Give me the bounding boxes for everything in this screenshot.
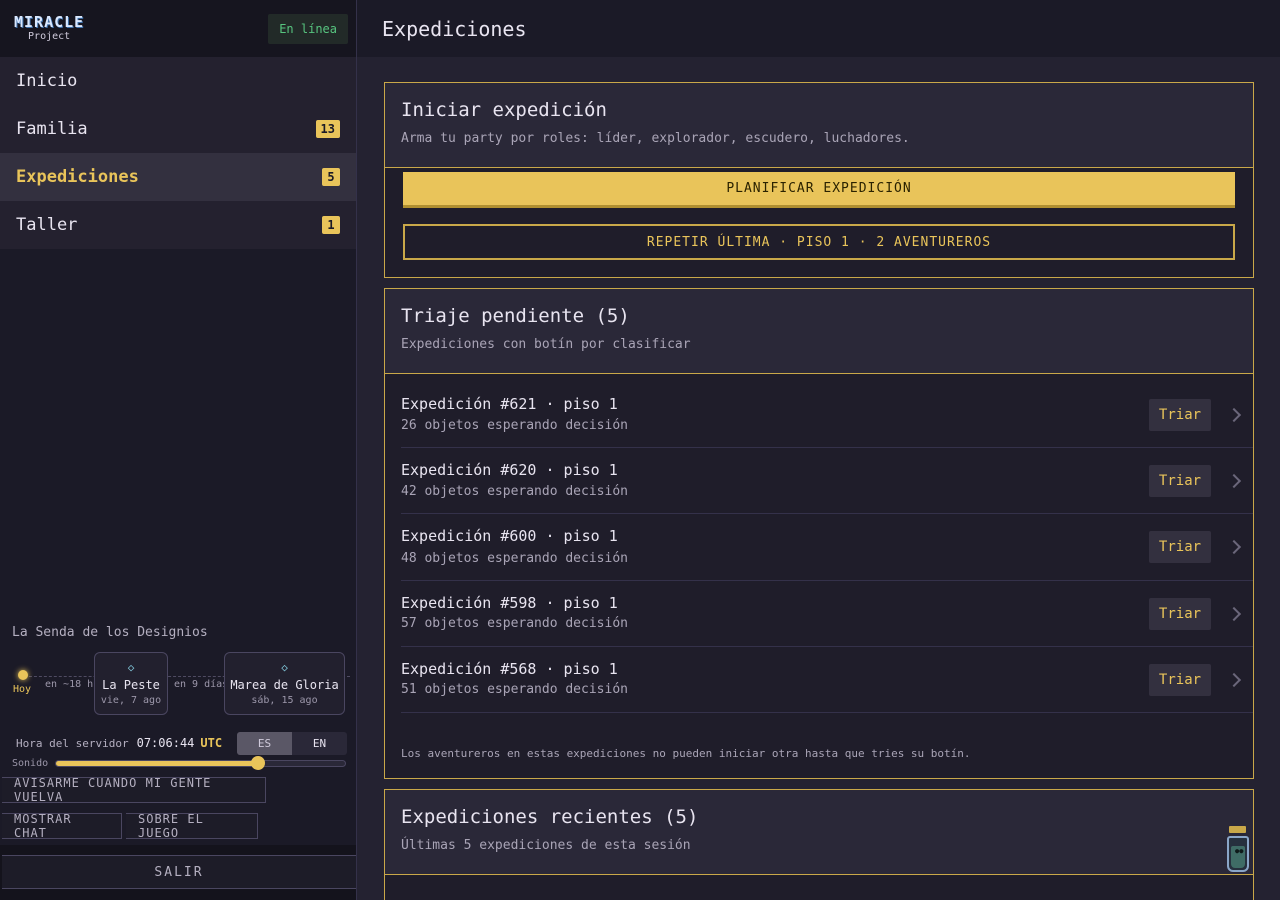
chevron-right-icon bbox=[1226, 473, 1242, 489]
sidebar-item-label: Taller bbox=[16, 215, 78, 235]
page-title: Expediciones bbox=[357, 0, 1280, 57]
today-label: Hoy bbox=[13, 684, 32, 695]
sound-slider[interactable] bbox=[55, 755, 346, 770]
event-name: La Peste bbox=[102, 677, 160, 692]
timeline-event-marea-de-gloria[interactable]: ◇ Marea de Gloria sáb, 15 ago bbox=[224, 652, 345, 715]
online-status-badge: En línea bbox=[268, 13, 348, 44]
expedition-title: Expedición #568 · piso 1 bbox=[401, 660, 618, 678]
diamond-icon: ◇ bbox=[127, 660, 135, 674]
triage-button[interactable]: Triar bbox=[1149, 399, 1211, 431]
expedition-items-count: 51 objetos esperando decisión bbox=[401, 682, 628, 697]
panel-subtitle: Arma tu party por roles: líder, explorad… bbox=[401, 131, 910, 146]
server-time-zone: UTC bbox=[200, 736, 223, 750]
sidebar-item-taller[interactable]: Taller 1 bbox=[0, 201, 356, 249]
expedition-items-count: 42 objetos esperando decisión bbox=[401, 484, 628, 499]
table-row[interactable]: Expedición #600 · piso 1 48 objetos espe… bbox=[401, 514, 1253, 581]
table-row[interactable]: Expedición #568 · piso 1 51 objetos espe… bbox=[401, 647, 1253, 713]
expedition-items-count: 26 objetos esperando decisión bbox=[401, 418, 628, 433]
count-badge: 5 bbox=[322, 168, 340, 186]
logo[interactable]: MIRACLE Project bbox=[14, 15, 84, 42]
count-badge: 13 bbox=[315, 120, 340, 138]
potion-cork bbox=[1229, 826, 1246, 833]
expedition-title: Expedición #620 · piso 1 bbox=[401, 461, 618, 479]
sidebar-item-familia[interactable]: Familia 13 bbox=[0, 105, 356, 153]
expedition-title: Expedición #600 · piso 1 bbox=[401, 527, 618, 545]
chevron-right-icon bbox=[1226, 672, 1242, 688]
path-title: La Senda de los Designios bbox=[12, 625, 208, 640]
panel-subtitle: Últimas 5 expediciones de esta sesión bbox=[401, 838, 691, 853]
panel-subtitle: Expediciones con botín por clasificar bbox=[401, 337, 691, 352]
about-game-button[interactable]: SOBRE EL JUEGO bbox=[126, 812, 258, 840]
panel-header: Expediciones recientes (5) Últimas 5 exp… bbox=[385, 790, 1253, 875]
pending-triage-panel: Triaje pendiente (5) Expediciones con bo… bbox=[384, 288, 1254, 779]
table-row[interactable]: Expedición #598 · piso 1 57 objetos espe… bbox=[401, 581, 1253, 647]
logo-sub-text: Project bbox=[28, 31, 71, 42]
triage-footer-note: Los aventureros en estas expediciones no… bbox=[401, 747, 971, 760]
expedition-items-count: 57 objetos esperando decisión bbox=[401, 616, 628, 631]
potion-body: ●● bbox=[1227, 836, 1249, 872]
timeline-event-la-peste[interactable]: ◇ La Peste vie, 7 ago bbox=[94, 652, 168, 715]
triage-button[interactable]: Triar bbox=[1149, 531, 1211, 563]
brand-bar: MIRACLE Project En línea bbox=[0, 0, 356, 57]
triage-button[interactable]: Triar bbox=[1149, 465, 1211, 497]
sidebar-item-inicio[interactable]: Inicio bbox=[0, 57, 356, 105]
table-row[interactable]: Expedición #620 · piso 1 42 objetos espe… bbox=[401, 448, 1253, 514]
sound-slider-fill bbox=[56, 760, 259, 766]
event-date: sáb, 15 ago bbox=[251, 694, 318, 706]
sound-slider-knob[interactable] bbox=[251, 755, 266, 770]
sidebar-item-label: Inicio bbox=[16, 71, 78, 91]
sidebar-item-label: Familia bbox=[16, 119, 88, 139]
event-date: vie, 7 ago bbox=[100, 694, 162, 706]
notify-return-button[interactable]: AVISARME CUANDO MI GENTE VUELVA bbox=[2, 776, 266, 804]
chevron-right-icon bbox=[1226, 539, 1242, 555]
sidebar-item-expediciones[interactable]: Expediciones 5 bbox=[0, 153, 356, 201]
timeline-gap-label: en 9 días bbox=[172, 679, 231, 690]
show-chat-button[interactable]: MOSTRAR CHAT bbox=[2, 812, 122, 840]
sidebar-nav: Inicio Familia 13 Expediciones 5 Taller … bbox=[0, 57, 356, 249]
language-toggle: ES EN bbox=[237, 731, 347, 755]
panel-title: Iniciar expedición bbox=[401, 99, 607, 121]
table-row[interactable]: Expedición #621 · piso 1 26 objetos espe… bbox=[401, 382, 1253, 448]
expedition-items-count: 48 objetos esperando decisión bbox=[401, 551, 628, 566]
triage-button[interactable]: Triar bbox=[1149, 664, 1211, 696]
potion-face: ●● bbox=[1235, 847, 1244, 855]
sound-label: Sonido bbox=[12, 757, 49, 769]
chevron-right-icon bbox=[1226, 606, 1242, 622]
event-name: Marea de Gloria bbox=[230, 677, 339, 692]
sound-row: Sonido bbox=[12, 755, 346, 771]
triage-button[interactable]: Triar bbox=[1149, 598, 1211, 630]
sidebar: MIRACLE Project En línea Inicio Familia … bbox=[0, 0, 357, 900]
logout-button[interactable]: SALIR bbox=[2, 855, 356, 889]
recent-expeditions-panel: Expediciones recientes (5) Últimas 5 exp… bbox=[384, 789, 1254, 900]
logout-area: SALIR bbox=[0, 845, 356, 900]
panel-header: Iniciar expedición Arma tu party por rol… bbox=[385, 83, 1253, 168]
logo-main-text: MIRACLE bbox=[14, 13, 85, 31]
panel-title: Triaje pendiente (5) bbox=[401, 305, 630, 327]
today-marker-icon bbox=[18, 670, 28, 680]
sidebar-item-label: Expediciones bbox=[16, 167, 139, 187]
chevron-right-icon bbox=[1226, 407, 1242, 423]
server-time-row: Hora del servidor 07:06:44 UTC ES EN bbox=[16, 731, 347, 755]
app-root: MIRACLE Project En línea Inicio Familia … bbox=[0, 0, 1280, 900]
potion-icon[interactable]: ●● bbox=[1226, 826, 1250, 874]
server-time-value: 07:06:44 bbox=[136, 736, 195, 750]
panel-header: Triaje pendiente (5) Expediciones con bo… bbox=[385, 289, 1253, 374]
server-time-label: Hora del servidor bbox=[16, 736, 129, 750]
diamond-icon: ◇ bbox=[281, 660, 288, 674]
lang-option-es[interactable]: ES bbox=[237, 731, 292, 755]
panel-title: Expediciones recientes (5) bbox=[401, 806, 699, 828]
expedition-title: Expedición #598 · piso 1 bbox=[401, 594, 618, 612]
repeat-last-button[interactable]: REPETIR ÚLTIMA · PISO 1 · 2 AVENTUREROS bbox=[403, 224, 1235, 260]
main-content: Expediciones Iniciar expedición Arma tu … bbox=[357, 0, 1280, 900]
plan-expedition-button[interactable]: PLANIFICAR EXPEDICIÓN bbox=[403, 172, 1235, 208]
lang-option-en[interactable]: EN bbox=[292, 732, 347, 755]
timeline-gap-label: en ~18 h bbox=[43, 679, 96, 690]
event-timeline: Hoy en ~18 h ◇ La Peste vie, 7 ago en 9 … bbox=[10, 652, 350, 716]
expedition-title: Expedición #621 · piso 1 bbox=[401, 395, 618, 413]
count-badge: 1 bbox=[322, 216, 340, 234]
start-expedition-panel: Iniciar expedición Arma tu party por rol… bbox=[384, 82, 1254, 278]
